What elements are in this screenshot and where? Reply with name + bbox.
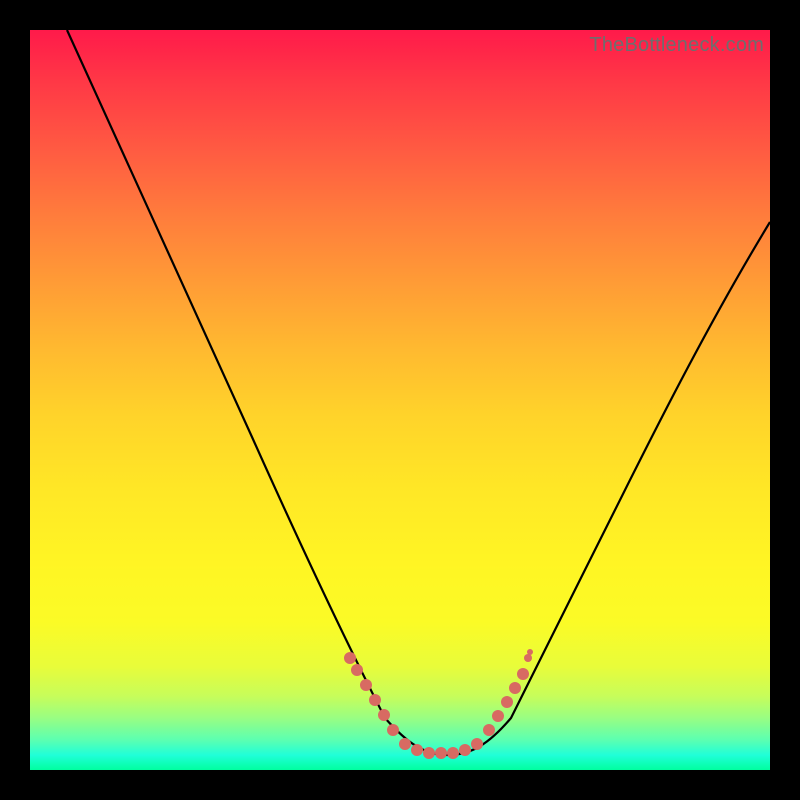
highlight-dots xyxy=(344,649,533,759)
plot-area: TheBottleneck.com xyxy=(30,30,770,770)
bottleneck-curve xyxy=(67,30,770,755)
watermark-text: TheBottleneck.com xyxy=(589,34,764,57)
curve-svg xyxy=(30,30,770,770)
chart-frame: TheBottleneck.com xyxy=(0,0,800,800)
